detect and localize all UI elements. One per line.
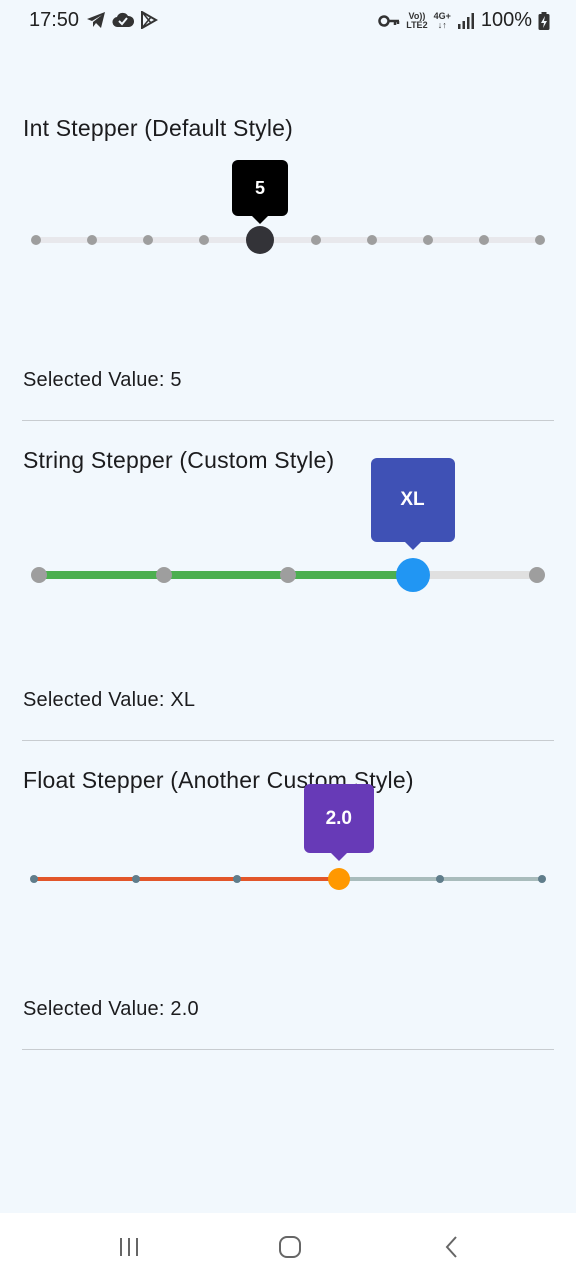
int-stepper[interactable]: 5	[0, 150, 576, 270]
float-stepper[interactable]: 2.0	[0, 780, 576, 910]
tooltip-label: 5	[254, 177, 265, 198]
step-dot[interactable]	[155, 567, 172, 583]
step-dot[interactable]	[31, 235, 41, 245]
value-tooltip: 5	[232, 160, 288, 216]
back-icon	[445, 1236, 457, 1258]
tooltip-label: XL	[400, 489, 425, 510]
step-dot[interactable]	[143, 235, 153, 245]
step-dot[interactable]	[30, 875, 38, 883]
int-selected-value: Selected Value: 5	[23, 369, 182, 391]
battery-charging-icon	[538, 11, 550, 30]
divider	[22, 1049, 554, 1050]
recent-apps-button[interactable]	[109, 1231, 149, 1263]
volte-indicator: Vo)) LTE2	[406, 10, 428, 30]
stepper-track	[36, 237, 540, 243]
status-time: 17:50	[29, 9, 80, 31]
int-stepper-title: Int Stepper (Default Style)	[23, 115, 294, 141]
step-dot[interactable]	[311, 235, 321, 245]
stepper-track-inactive	[412, 571, 537, 579]
divider	[22, 420, 554, 421]
step-dot[interactable]	[87, 235, 97, 245]
value-tooltip: 2.0	[303, 784, 374, 853]
step-dot[interactable]	[367, 235, 377, 245]
battery-percentage: 100%	[480, 9, 532, 31]
cloud-check-icon	[112, 12, 134, 28]
status-bar: 17:50 Vo)) LTE2 4G+ ↓↑ 100%	[0, 0, 576, 42]
step-dot[interactable]	[479, 235, 489, 245]
navigation-bar	[0, 1213, 576, 1280]
float-selected-value: Selected Value: 2.0	[23, 998, 199, 1020]
string-selected-value: Selected Value: XL	[23, 689, 196, 711]
step-dot[interactable]	[436, 875, 445, 883]
string-stepper[interactable]: XL	[0, 450, 576, 620]
tooltip-label: 2.0	[325, 807, 352, 829]
recent-apps-icon	[120, 1238, 138, 1256]
home-icon	[279, 1236, 301, 1258]
step-dot[interactable]	[131, 875, 140, 883]
step-dot[interactable]	[31, 567, 47, 583]
home-button[interactable]	[270, 1231, 310, 1263]
back-button[interactable]	[432, 1231, 472, 1263]
vpn-key-icon	[378, 14, 400, 27]
data-arrows-icon: ↓↑	[437, 19, 447, 30]
stepper-track-active	[34, 877, 339, 881]
notification-icons	[86, 11, 158, 29]
step-dot[interactable]	[199, 235, 209, 245]
play-store-icon	[141, 11, 158, 29]
step-dot[interactable]	[423, 235, 433, 245]
step-dot[interactable]	[535, 235, 545, 245]
telegram-icon	[87, 12, 105, 28]
divider	[22, 740, 554, 741]
system-status: Vo)) LTE2 4G+ ↓↑ 100%	[378, 9, 550, 32]
stepper-thumb[interactable]	[395, 558, 430, 592]
step-dot[interactable]	[538, 875, 546, 883]
network-type-indicator: 4G+ ↓↑	[433, 10, 451, 30]
value-tooltip: XL	[370, 458, 455, 542]
stepper-thumb[interactable]	[327, 868, 350, 890]
step-dot[interactable]	[233, 875, 242, 883]
signal-icon	[457, 12, 474, 29]
stepper-track-active	[39, 571, 413, 579]
stepper-thumb[interactable]	[246, 226, 274, 254]
step-dot[interactable]	[529, 567, 545, 583]
step-dot[interactable]	[280, 567, 296, 583]
